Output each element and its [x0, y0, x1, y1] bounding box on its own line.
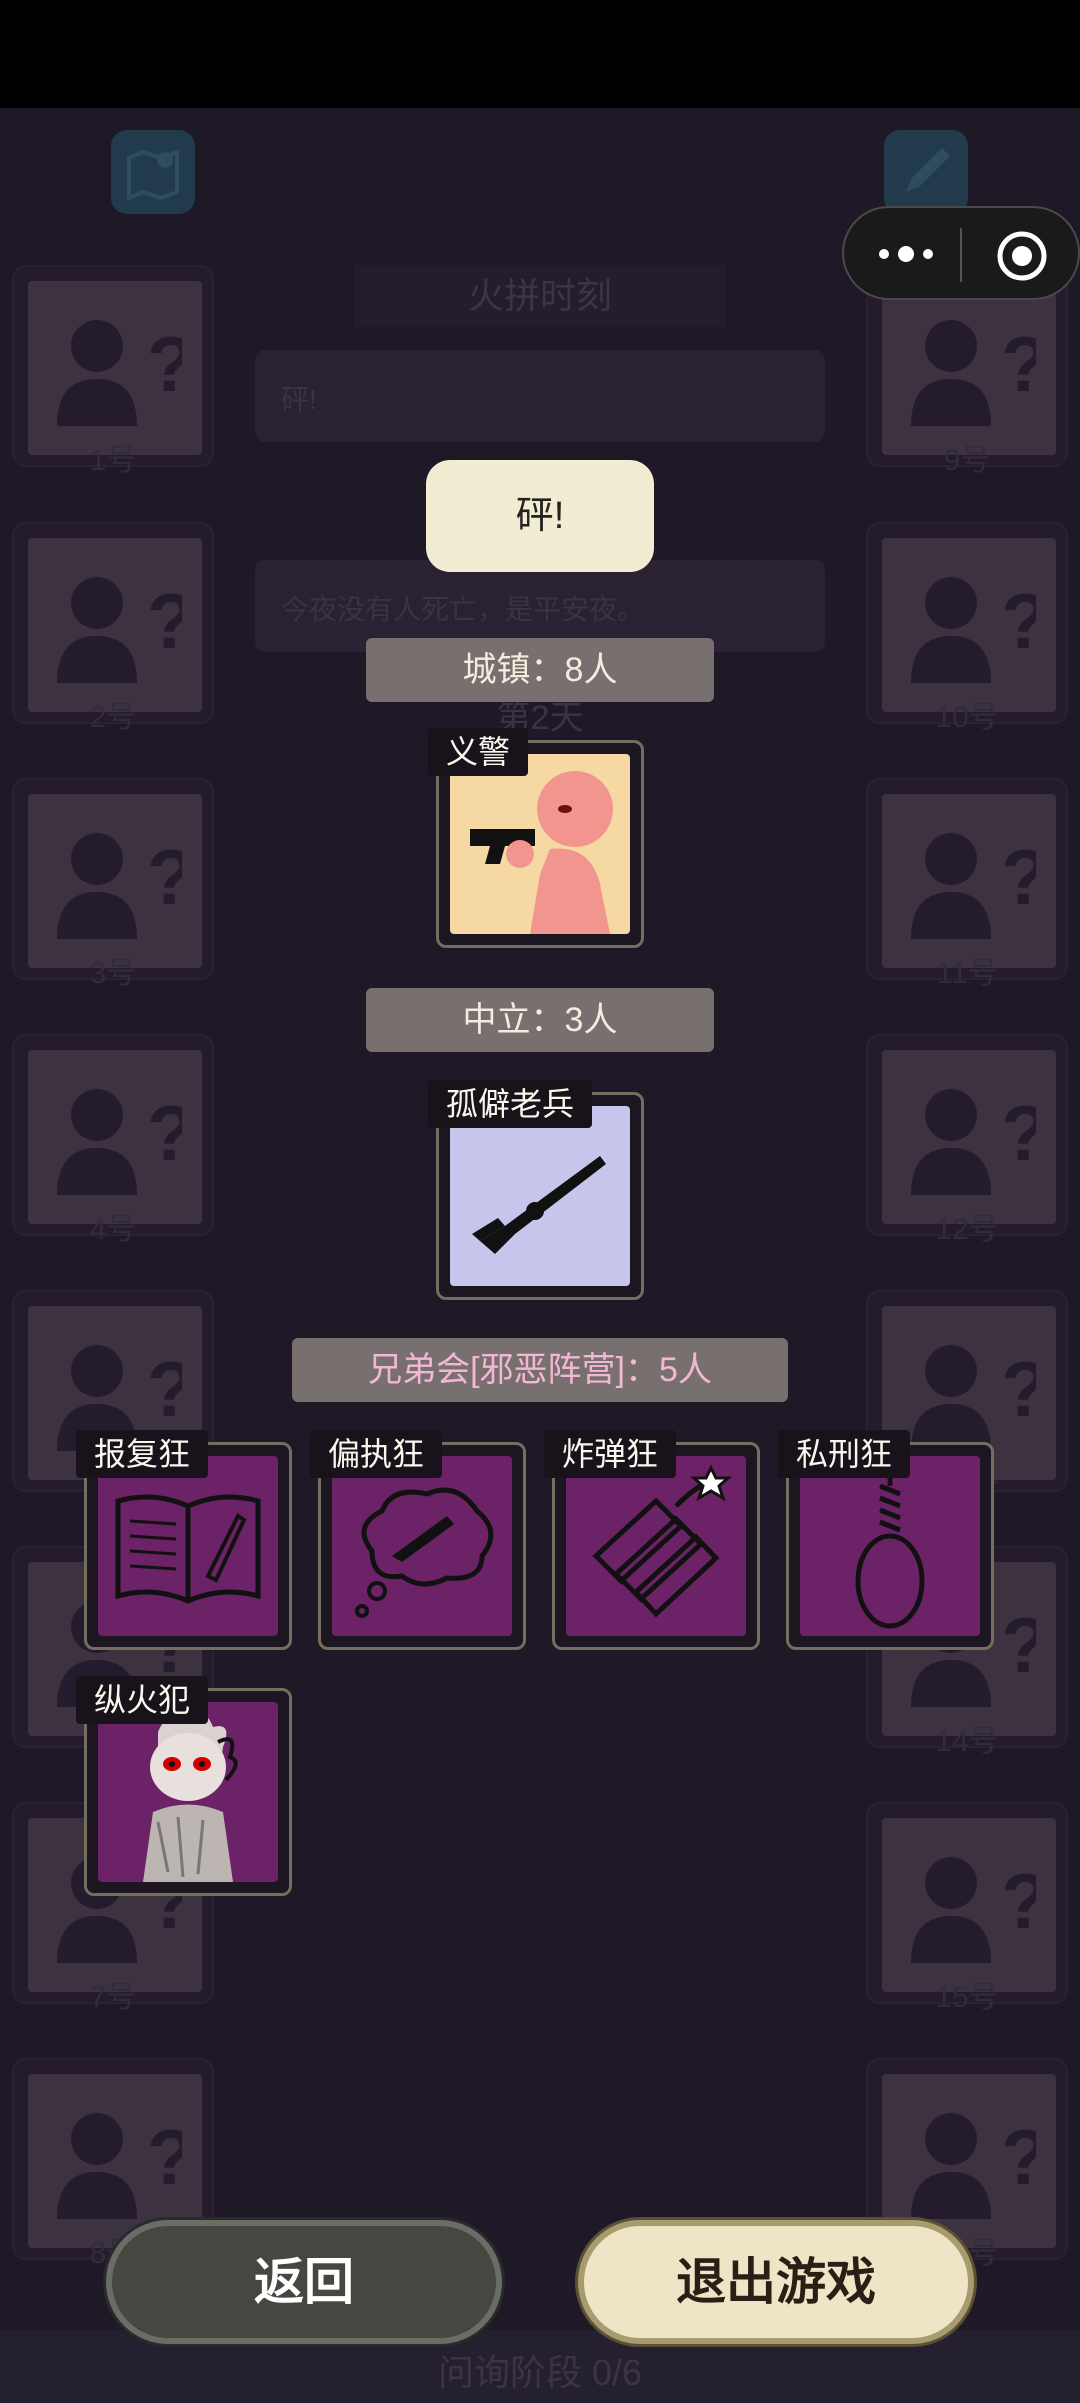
mini-program-capsule: [842, 206, 1080, 300]
svg-text:?: ?: [1001, 1345, 1036, 1433]
exit-game-button[interactable]: 退出游戏: [578, 2220, 974, 2344]
rifle-icon: [472, 1156, 606, 1254]
svg-text:?: ?: [1001, 1089, 1036, 1177]
svg-text:?: ?: [1001, 833, 1036, 921]
role-name: 义警: [428, 728, 529, 776]
svg-text:?: ?: [1001, 2113, 1036, 2201]
seat-number: 15号: [935, 1981, 999, 2014]
map-icon[interactable]: [111, 130, 195, 214]
avatar: ?: [882, 281, 1056, 455]
pistol-icon: [470, 771, 613, 934]
role-name: 孤僻老兵: [428, 1080, 593, 1128]
avatar: ?: [882, 1050, 1056, 1224]
seat-number: 7号: [89, 1981, 137, 2014]
thought-knife-icon: [355, 1487, 494, 1618]
svg-text:?: ?: [147, 833, 182, 921]
svg-text:?: ?: [1001, 1857, 1036, 1945]
avatar: ?: [28, 538, 202, 712]
svg-text:?: ?: [147, 320, 182, 408]
back-button[interactable]: 返回: [106, 2220, 502, 2344]
status-bar: [0, 0, 1080, 108]
noose-icon: [855, 1456, 925, 1629]
avatar: ?: [28, 794, 202, 968]
seat-number: 3号: [89, 957, 137, 990]
seat-number: 12号: [935, 1213, 999, 1246]
close-icon[interactable]: [994, 228, 1050, 284]
role-name: 偏执狂: [310, 1430, 443, 1478]
faction-town-label: 城镇：8人: [366, 638, 714, 702]
role-name: 炸弹狂: [544, 1430, 677, 1478]
avatar: ?: [28, 281, 202, 455]
seat-number: 10号: [935, 701, 999, 734]
dynamite-icon: [592, 1464, 732, 1618]
phase-label: 问询阶段 0/6: [437, 2352, 643, 2393]
arsonist-icon: [143, 1713, 238, 1882]
role-name: 私刑狂: [778, 1430, 911, 1478]
panel-title: 火拼时刻: [355, 265, 725, 327]
avatar: ?: [882, 538, 1056, 712]
seat-number: 11号: [936, 957, 998, 990]
pen-icon[interactable]: [884, 130, 968, 214]
avatar: ?: [28, 1050, 202, 1224]
capsule-divider: [960, 228, 962, 282]
seat-number: 2号: [89, 701, 137, 734]
svg-text:?: ?: [147, 1345, 182, 1433]
svg-text:?: ?: [147, 577, 182, 665]
avatar: ?: [882, 1818, 1056, 1992]
svg-text:?: ?: [1001, 1601, 1036, 1689]
role-name: 报复狂: [76, 1430, 209, 1478]
more-icon[interactable]: [876, 236, 936, 272]
seat-number: 1号: [89, 444, 137, 477]
book-knife-icon: [115, 1494, 261, 1604]
avatar: ?: [882, 794, 1056, 968]
svg-text:?: ?: [1001, 577, 1036, 665]
speech-bubble: 砰!: [426, 460, 654, 572]
faction-evil-label: 兄弟会[邪恶阵营]：5人: [292, 1338, 788, 1402]
faction-neutral-label: 中立：3人: [366, 988, 714, 1052]
svg-text:?: ?: [147, 2113, 182, 2201]
svg-text:?: ?: [147, 1089, 182, 1177]
seat-number: 4号: [89, 1213, 137, 1246]
svg-text:?: ?: [1001, 320, 1036, 408]
message-box: 砰!: [255, 350, 825, 442]
seat-number: 14号: [935, 1725, 999, 1758]
seat-number: 9号: [943, 444, 991, 477]
role-name: 纵火犯: [76, 1676, 209, 1724]
